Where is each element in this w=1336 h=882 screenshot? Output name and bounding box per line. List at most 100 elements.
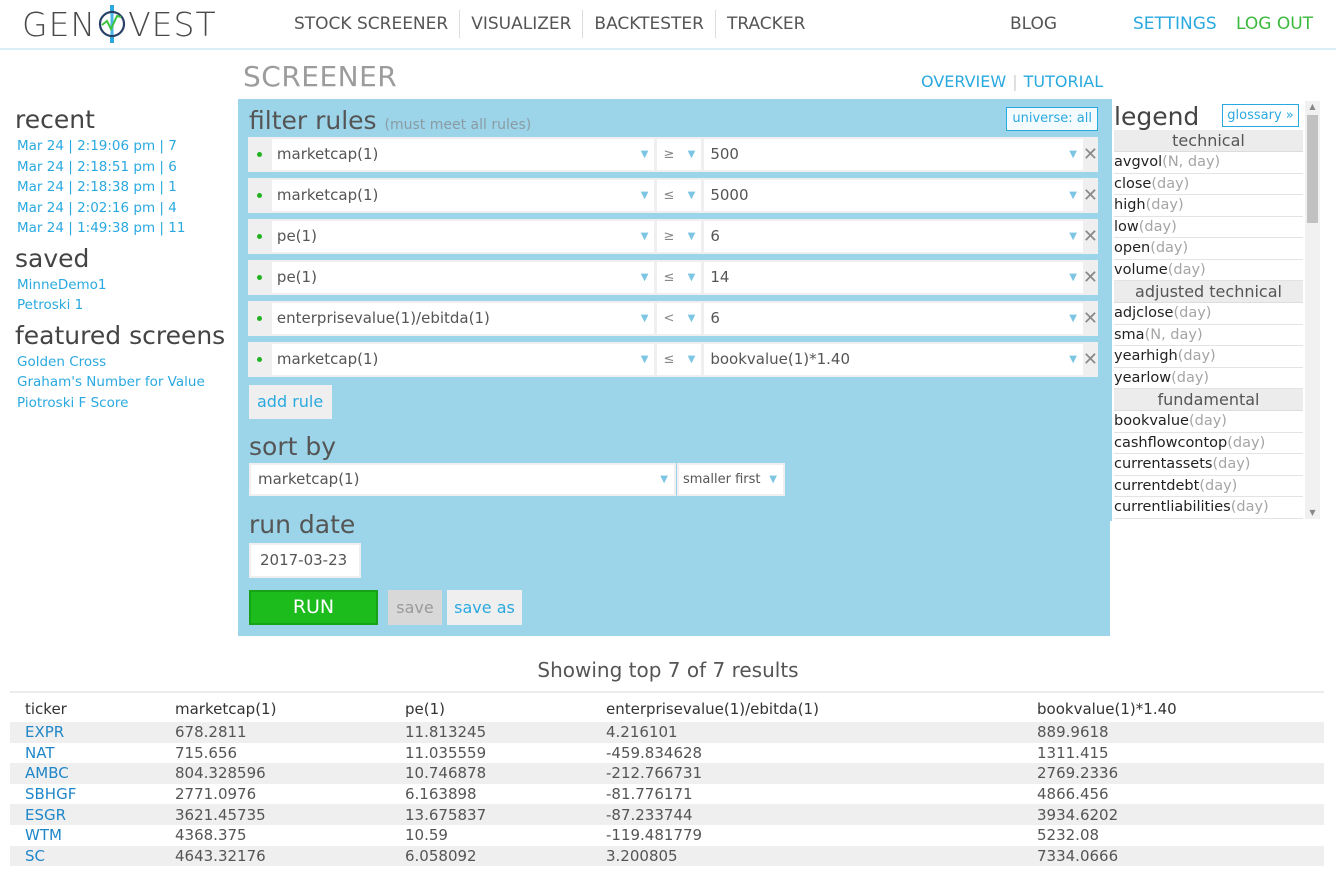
saved-item[interactable]: MinneDemo1 <box>17 275 235 296</box>
rule-value-input[interactable]: 6 ▼ <box>704 303 1083 334</box>
rule-field-select[interactable]: enterprisevalue(1)/ebitda(1) ▼ <box>271 303 655 334</box>
legend-item-name: close <box>1114 175 1152 192</box>
overview-link[interactable]: OVERVIEW <box>921 72 1006 91</box>
rule-value-input[interactable]: 500 ▼ <box>704 139 1083 170</box>
scroll-up-icon[interactable]: ▲ <box>1305 101 1320 113</box>
legend-item[interactable]: cashflowcontop(day) <box>1114 432 1303 454</box>
add-rule-button[interactable]: add rule <box>249 385 332 419</box>
rule-operator-select[interactable]: ≤ ▼ <box>657 180 702 211</box>
legend-item[interactable]: high(day) <box>1114 195 1303 217</box>
delete-rule-icon[interactable]: ✕ <box>1083 301 1098 336</box>
nav-tracker[interactable]: TRACKER <box>716 10 816 38</box>
rule-field-select[interactable]: marketcap(1) ▼ <box>271 344 655 375</box>
ticker-link[interactable]: AMBC <box>10 763 160 784</box>
rule-operator-select[interactable]: ≤ ▼ <box>657 262 702 293</box>
rule-value-text: 6 <box>710 227 720 245</box>
rule-value-input[interactable]: 6 ▼ <box>704 221 1083 252</box>
recent-item[interactable]: Mar 24 | 2:18:51 pm | 6 <box>17 157 235 178</box>
rule-field-select[interactable]: pe(1) ▼ <box>271 221 655 252</box>
ticker-link[interactable]: SBHGF <box>10 784 160 805</box>
legend-item-args: (day) <box>1230 499 1269 515</box>
legend-list[interactable]: technical avgvol(N, day) close(day) high(da… <box>1114 130 1303 520</box>
sort-field-select[interactable]: marketcap(1) ▼ <box>249 463 676 496</box>
nav-backtester[interactable]: BACKTESTER <box>583 10 716 38</box>
recent-item[interactable]: Mar 24 | 2:19:06 pm | 7 <box>17 136 235 157</box>
legend-item[interactable]: avgvol(N, day) <box>1114 152 1303 174</box>
table-cell: 4.216101 <box>591 722 1022 743</box>
ticker-link[interactable]: SC <box>10 845 160 867</box>
run-date-input[interactable]: 2017-03-23 <box>249 543 361 578</box>
legend-item[interactable]: volume(day) <box>1114 259 1303 281</box>
ticker-link[interactable]: WTM <box>10 825 160 846</box>
run-button[interactable]: RUN <box>249 590 378 625</box>
rule-field-select[interactable]: marketcap(1) ▼ <box>271 139 655 170</box>
nav-stock-screener[interactable]: STOCK SCREENER <box>283 10 461 38</box>
column-header[interactable]: pe(1) <box>390 696 591 722</box>
nav-visualizer[interactable]: VISUALIZER <box>460 10 584 38</box>
legend-item[interactable]: yearhigh(day) <box>1114 346 1303 368</box>
rule-operator-select[interactable]: ≥ ▼ <box>657 139 702 170</box>
legend-panel: legend glossary » technical avgvol(N, day… <box>1110 99 1322 521</box>
ticker-link[interactable]: EXPR <box>10 722 160 743</box>
legend-item[interactable]: adjclose(day) <box>1114 303 1303 325</box>
universe-button[interactable]: universe: all <box>1006 107 1098 131</box>
ticker-link[interactable]: ESGR <box>10 804 160 825</box>
rule-operator-select[interactable]: < ▼ <box>657 303 702 334</box>
delete-rule-icon[interactable]: ✕ <box>1083 178 1098 213</box>
tutorial-link[interactable]: TUTORIAL <box>1024 72 1104 91</box>
genovest-logo[interactable]: GEN VEST <box>22 4 217 44</box>
results-header-row: ticker marketcap(1) pe(1) enterprisevalu… <box>10 696 1324 722</box>
delete-rule-icon[interactable]: ✕ <box>1083 137 1098 172</box>
rule-operator-select[interactable]: ≥ ▼ <box>657 221 702 252</box>
legend-item[interactable]: yearlow(day) <box>1114 367 1303 389</box>
rule-value-input[interactable]: bookvalue(1)*1.40 ▼ <box>704 344 1083 375</box>
column-header[interactable]: enterprisevalue(1)/ebitda(1) <box>591 696 1022 722</box>
delete-rule-icon[interactable]: ✕ <box>1083 260 1098 295</box>
legend-item[interactable]: bookvalue(day) <box>1114 411 1303 433</box>
featured-item[interactable]: Graham's Number for Value <box>17 372 235 393</box>
table-cell: 715.656 <box>175 743 238 762</box>
rule-field-select[interactable]: pe(1) ▼ <box>271 262 655 293</box>
legend-item[interactable]: currentassets(day) <box>1114 454 1303 476</box>
recent-item[interactable]: Mar 24 | 2:02:16 pm | 4 <box>17 198 235 219</box>
nav-settings[interactable]: SETTINGS <box>1133 10 1217 38</box>
legend-category: fundamental <box>1114 389 1303 411</box>
recent-list: Mar 24 | 2:19:06 pm | 7 Mar 24 | 2:18:51… <box>17 136 235 239</box>
rule-value-input[interactable]: 5000 ▼ <box>704 180 1083 211</box>
recent-heading: recent <box>15 105 95 134</box>
recent-item[interactable]: Mar 24 | 1:49:38 pm | 11 <box>17 218 235 239</box>
scrollbar-thumb[interactable] <box>1307 115 1318 223</box>
legend-item[interactable]: currentliabilities(day) <box>1114 497 1303 519</box>
legend-item[interactable]: open(day) <box>1114 238 1303 260</box>
rule-operator-value: ≤ <box>663 188 675 203</box>
legend-item[interactable]: sma(N, day) <box>1114 324 1303 346</box>
save-button[interactable]: save <box>388 590 442 625</box>
legend-item[interactable]: currentdebt(day) <box>1114 475 1303 497</box>
legend-item-args: (day) <box>1151 175 1190 192</box>
nav-blog[interactable]: BLOG <box>1010 10 1057 38</box>
delete-rule-icon[interactable]: ✕ <box>1083 342 1098 377</box>
rule-operator-select[interactable]: ≤ ▼ <box>657 344 702 375</box>
column-header[interactable]: marketcap(1) <box>160 696 390 722</box>
legend-item[interactable]: close(day) <box>1114 173 1303 195</box>
legend-item[interactable]: low(day) <box>1114 216 1303 238</box>
sort-order-select[interactable]: smaller first ▼ <box>677 463 785 496</box>
ticker-link[interactable]: NAT <box>10 743 160 764</box>
rule-value-input[interactable]: 14 ▼ <box>704 262 1083 293</box>
rule-operator-value: < <box>663 311 675 326</box>
nav-logout[interactable]: LOG OUT <box>1236 10 1313 38</box>
rule-field-value: marketcap(1) <box>276 350 379 368</box>
column-header[interactable]: bookvalue(1)*1.40 <box>1022 696 1324 722</box>
featured-item[interactable]: Piotroski F Score <box>17 393 235 414</box>
legend-scrollbar[interactable]: ▲ ▼ <box>1305 101 1320 519</box>
save-as-button[interactable]: save as <box>447 590 522 625</box>
delete-rule-icon[interactable]: ✕ <box>1083 219 1098 254</box>
recent-item[interactable]: Mar 24 | 2:18:38 pm | 1 <box>17 177 235 198</box>
glossary-button[interactable]: glossary » <box>1222 104 1299 127</box>
rule-field-select[interactable]: marketcap(1) ▼ <box>271 180 655 211</box>
legend-item-args: (day) <box>1145 197 1184 213</box>
scroll-down-icon[interactable]: ▼ <box>1305 507 1320 519</box>
column-header[interactable]: ticker <box>10 696 160 722</box>
saved-item[interactable]: Petroski 1 <box>17 295 235 316</box>
featured-item[interactable]: Golden Cross <box>17 352 235 373</box>
